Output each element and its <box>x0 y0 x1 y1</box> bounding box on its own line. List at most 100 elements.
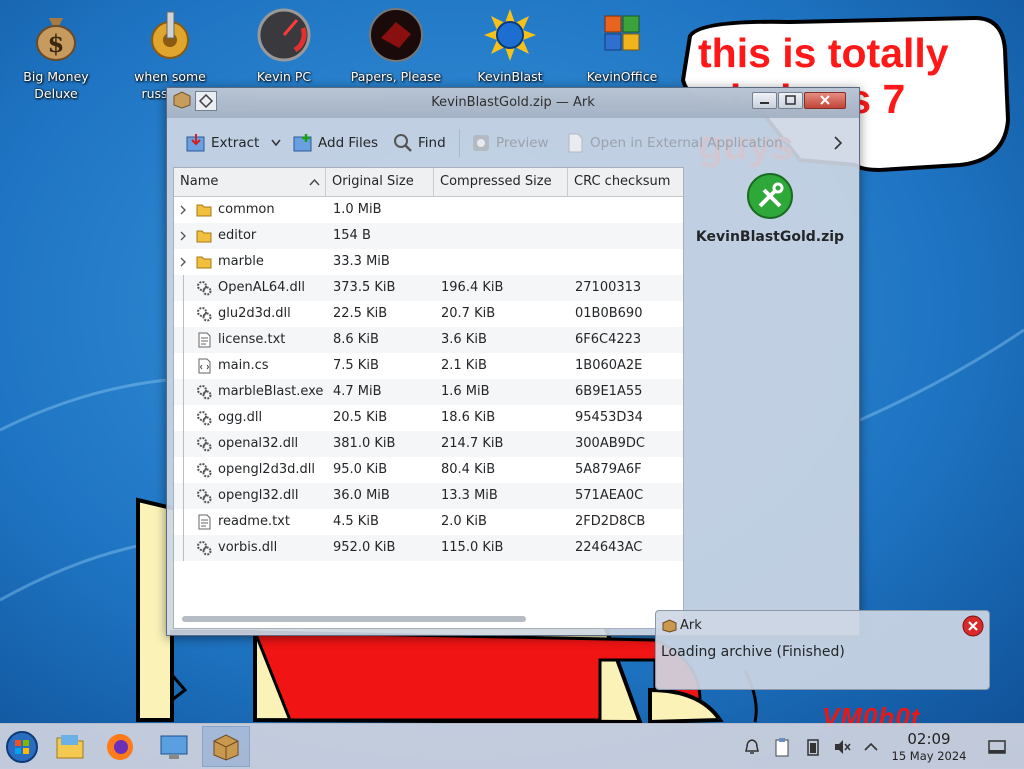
tree-branch-line <box>183 483 184 509</box>
show-desktop-icon <box>988 740 1006 754</box>
horizontal-scrollbar[interactable] <box>182 616 526 622</box>
original-size: 95.0 KiB <box>333 462 388 477</box>
find-button[interactable]: Find <box>392 121 446 165</box>
add-files-icon <box>293 134 312 152</box>
notification-popup[interactable]: Ark Loading archive (Finished) <box>655 610 990 690</box>
binary-file-icon <box>197 541 212 556</box>
table-row[interactable]: ogg.dll 20.5 KiB 18.6 KiB 95453D34 <box>174 405 683 431</box>
folder-icon <box>196 256 212 269</box>
taskbar-ark[interactable] <box>202 726 250 767</box>
table-header: Name Original Size Compressed Size CRC c… <box>174 168 683 197</box>
crc-checksum: 300AB9DC <box>575 436 645 451</box>
maximize-button[interactable] <box>778 92 803 109</box>
script-file-icon <box>198 358 211 374</box>
chevron-up-icon <box>864 742 878 751</box>
clock-date[interactable]: 15 May 2024 <box>883 749 975 763</box>
crc-checksum: 2FD2D8CB <box>575 514 646 529</box>
table-row[interactable]: glu2d3d.dll 22.5 KiB 20.7 KiB 01B0B690 <box>174 301 683 327</box>
desktop-icon-papers-please[interactable]: Papers, Please <box>346 8 446 85</box>
close-button[interactable] <box>804 92 846 109</box>
file-name: openal32.dll <box>218 436 299 451</box>
file-name: vorbis.dll <box>218 540 278 555</box>
expand-chevron-icon[interactable] <box>179 249 189 275</box>
tree-branch-line <box>183 275 184 301</box>
column-header-name[interactable]: Name <box>174 168 326 196</box>
table-row[interactable]: main.cs 7.5 KiB 2.1 KiB 1B060A2E <box>174 353 683 379</box>
open-external-label: Open in External Application <box>590 135 783 151</box>
open-external-button[interactable]: Open in External Application <box>564 121 783 165</box>
tray-battery[interactable] <box>802 736 824 758</box>
original-size: 7.5 KiB <box>333 358 379 373</box>
compressed-size: 3.6 KiB <box>441 332 487 347</box>
taskbar-firefox[interactable] <box>98 726 142 767</box>
taskbar-file-manager[interactable] <box>48 726 92 767</box>
add-files-button[interactable]: Add Files <box>292 121 378 165</box>
crc-checksum: 01B0B690 <box>575 306 643 321</box>
extract-button[interactable]: Extract <box>185 121 281 165</box>
tree-branch-line <box>183 431 184 457</box>
desktop-icon-kevinblast[interactable]: KevinBlast <box>460 8 560 85</box>
crc-checksum: 6F6C4223 <box>575 332 642 347</box>
minimize-button[interactable] <box>752 92 777 109</box>
file-name: opengl2d3d.dll <box>218 462 315 477</box>
table-row[interactable]: readme.txt 4.5 KiB 2.0 KiB 2FD2D8CB <box>174 509 683 535</box>
table-row[interactable]: editor 154 B <box>174 223 683 249</box>
tray-volume[interactable] <box>831 736 853 758</box>
table-row[interactable]: marbleBlast.exe 4.7 MiB 1.6 MiB 6B9E1A55 <box>174 379 683 405</box>
table-row[interactable]: openal32.dll 381.0 KiB 214.7 KiB 300AB9DC <box>174 431 683 457</box>
column-header-crc[interactable]: CRC checksum <box>568 168 683 196</box>
expand-chevron-icon[interactable] <box>179 223 189 249</box>
document-icon <box>568 133 583 153</box>
column-header-original-size[interactable]: Original Size <box>326 168 434 196</box>
clock-time[interactable]: 02:09 <box>893 730 965 748</box>
file-list[interactable]: Name Original Size Compressed Size CRC c… <box>173 167 684 629</box>
chevron-down-icon[interactable] <box>271 139 281 147</box>
gear-wrench-icon <box>151 11 189 59</box>
original-size: 22.5 KiB <box>333 306 388 321</box>
desktop-icon-big-money[interactable]: $ Big Money Deluxe <box>6 8 106 102</box>
desktop-icon-label: Big Money Deluxe <box>23 69 89 101</box>
table-row[interactable]: OpenAL64.dll 373.5 KiB 196.4 KiB 27100313 <box>174 275 683 301</box>
column-header-compressed-size[interactable]: Compressed Size <box>434 168 568 196</box>
original-size: 36.0 MiB <box>333 488 390 503</box>
show-desktop-button[interactable] <box>986 736 1008 758</box>
original-size: 8.6 KiB <box>333 332 379 347</box>
archive-tools-icon <box>747 173 793 219</box>
minimize-icon <box>760 102 769 104</box>
tree-branch-line <box>183 509 184 535</box>
table-row[interactable]: license.txt 8.6 KiB 3.6 KiB 6F6C4223 <box>174 327 683 353</box>
close-notification-icon[interactable] <box>962 615 984 637</box>
crc-checksum: 95453D34 <box>575 410 643 425</box>
close-icon <box>820 95 830 105</box>
firefox-icon <box>107 733 133 760</box>
tray-clipboard[interactable] <box>771 736 793 758</box>
tray-expand[interactable] <box>860 736 882 758</box>
notification-app-name: Ark <box>680 618 702 633</box>
table-row[interactable]: marble 33.3 MiB <box>174 249 683 275</box>
chevron-right-icon[interactable] <box>833 136 843 150</box>
original-size: 952.0 KiB <box>333 540 396 555</box>
tree-branch-line <box>183 327 184 353</box>
taskbar-system-settings[interactable] <box>152 726 196 767</box>
desktop-icon-label: KevinBlast <box>477 69 543 84</box>
compressed-size: 13.3 MiB <box>441 488 498 503</box>
start-button[interactable] <box>0 726 44 767</box>
bell-icon <box>745 739 759 754</box>
file-name: readme.txt <box>218 514 290 529</box>
preview-button[interactable]: Preview <box>470 121 549 165</box>
table-row[interactable]: vorbis.dll 952.0 KiB 115.0 KiB 224643AC <box>174 535 683 561</box>
tree-branch-line <box>183 457 184 483</box>
binary-file-icon <box>197 281 212 296</box>
expand-chevron-icon[interactable] <box>179 197 189 223</box>
file-name: editor <box>218 228 257 243</box>
original-size: 154 B <box>333 228 371 243</box>
table-row[interactable]: opengl32.dll 36.0 MiB 13.3 MiB 571AEA0C <box>174 483 683 509</box>
svg-text:$: $ <box>48 29 65 58</box>
window-titlebar[interactable]: KevinBlastGold.zip — Ark <box>167 88 859 118</box>
table-row[interactable]: common 1.0 MiB <box>174 197 683 223</box>
file-name: marbleBlast.exe <box>218 384 324 399</box>
table-row[interactable]: opengl2d3d.dll 95.0 KiB 80.4 KiB 5A879A6F <box>174 457 683 483</box>
tray-notifications[interactable] <box>741 736 763 758</box>
original-size: 381.0 KiB <box>333 436 396 451</box>
original-size: 4.5 KiB <box>333 514 379 529</box>
